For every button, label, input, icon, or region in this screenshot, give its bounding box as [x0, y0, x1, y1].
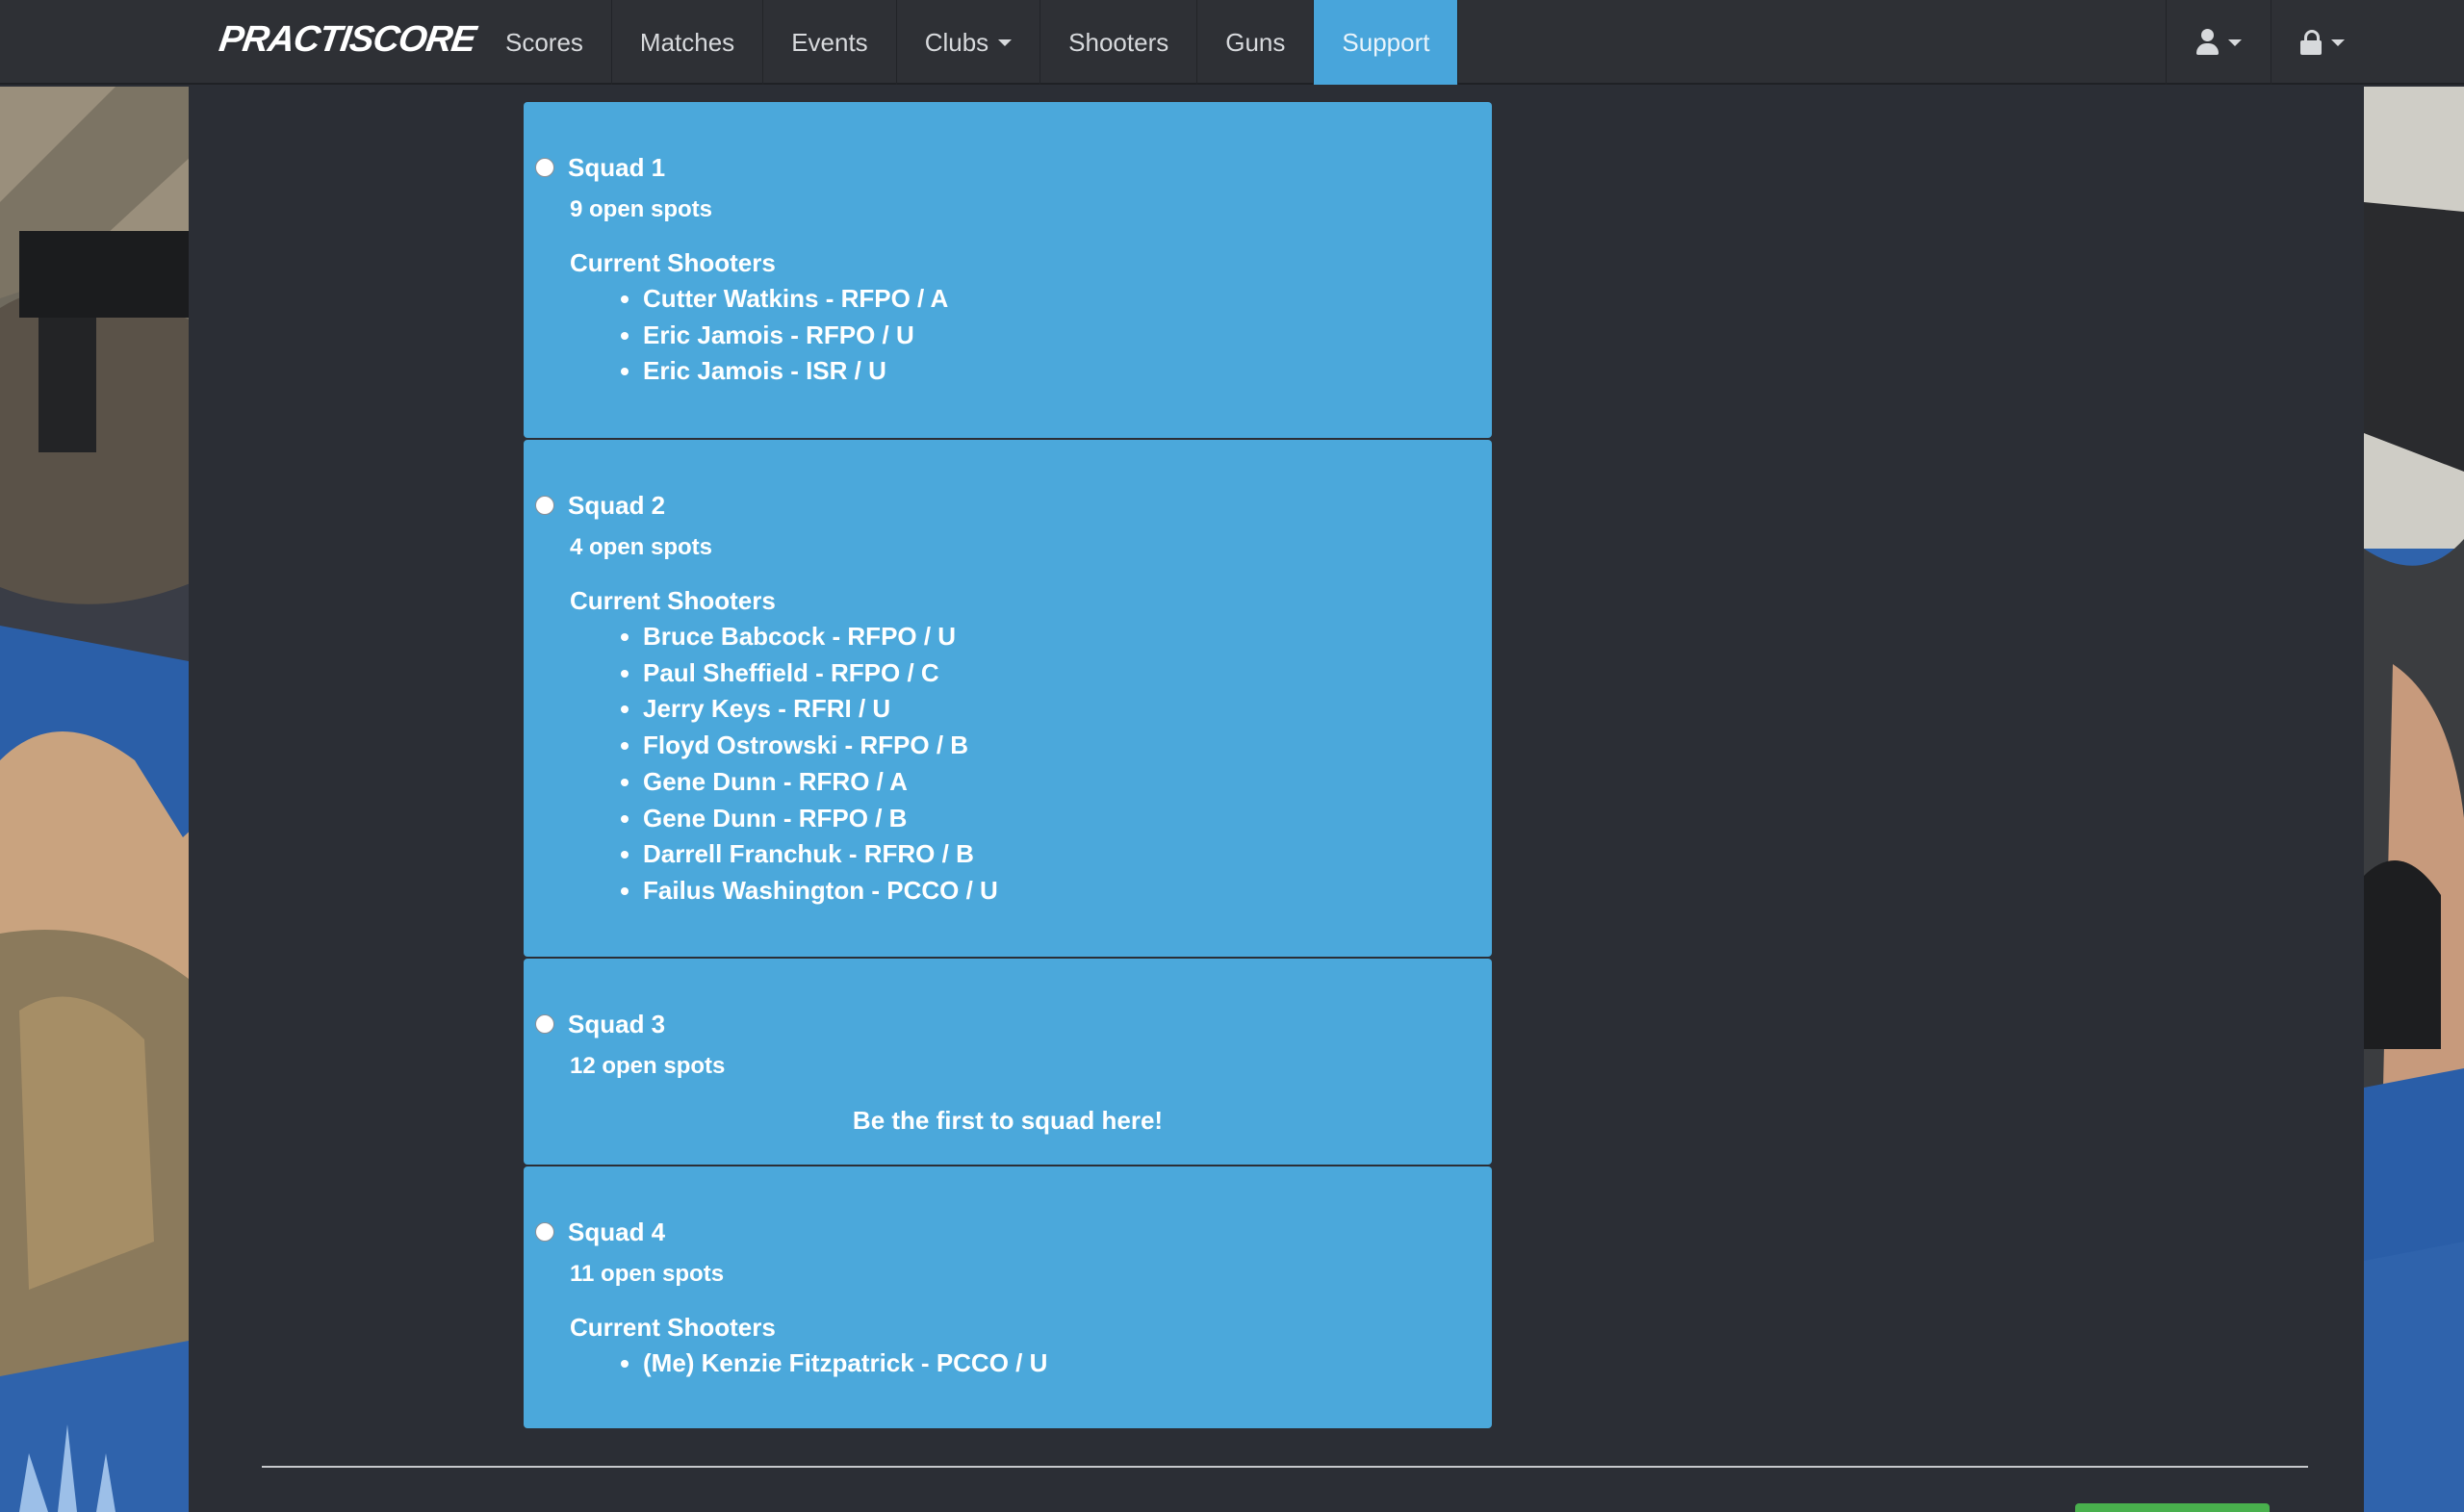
list-item: (Me) Kenzie Fitzpatrick - PCCO / U: [643, 1345, 1047, 1382]
shooters-list: Bruce Babcock - RFPO / U Paul Sheffield …: [570, 619, 998, 910]
squad-3-radio[interactable]: [535, 1014, 554, 1034]
open-spots: 11 open spots: [570, 1261, 725, 1287]
squad-4-radio[interactable]: [535, 1222, 554, 1242]
squad-name: Squad 2: [568, 490, 666, 520]
open-spots: 4 open spots: [570, 534, 713, 560]
current-shooters-title: Current Shooters: [570, 248, 776, 277]
squad-card-3: Squad 3 12 open spots Be the first to sq…: [524, 959, 1492, 1165]
open-spots: 9 open spots: [570, 196, 713, 222]
list-item: Failus Washington - PCCO / U: [643, 873, 998, 910]
nav-shooters-label: Shooters: [1068, 27, 1169, 57]
list-item: Paul Sheffield - RFPO / C: [643, 655, 998, 692]
nav-matches-label: Matches: [639, 27, 735, 57]
shooters-list: Cutter Watkins - RFPO / A Eric Jamois - …: [570, 281, 948, 390]
main-nav: Scores Matches Events Clubs Shooters Gun…: [477, 0, 1459, 85]
empty-squad-message: Be the first to squad here!: [852, 1106, 1164, 1135]
top-navbar: PRACTISCORE Scores Matches Events Clubs …: [0, 0, 2464, 85]
list-item: Gene Dunn - RFRO / A: [643, 764, 998, 801]
nav-events[interactable]: Events: [763, 0, 897, 85]
background-photo-right: [2364, 87, 2464, 1512]
caret-down-icon: [998, 38, 1013, 46]
squad-name: Squad 1: [568, 152, 666, 182]
section-divider: [262, 1466, 2308, 1468]
open-spots: 12 open spots: [570, 1053, 726, 1079]
nav-matches[interactable]: Matches: [612, 0, 764, 85]
squad-header: Squad 1: [535, 153, 665, 182]
caret-down-icon: [2331, 38, 2345, 46]
nav-right: [2166, 0, 2374, 85]
shooters-list: (Me) Kenzie Fitzpatrick - PCCO / U: [570, 1345, 1047, 1382]
squad-card-4: Squad 4 11 open spots Current Shooters (…: [524, 1166, 1492, 1428]
user-menu-dropdown[interactable]: [2166, 0, 2271, 85]
nav-events-label: Events: [791, 27, 868, 57]
nav-shooters[interactable]: Shooters: [1040, 0, 1198, 85]
squad-name: Squad 3: [568, 1009, 666, 1038]
background-photo-left: [0, 87, 204, 1512]
nav-support[interactable]: Support: [1314, 0, 1459, 85]
nav-clubs-dropdown[interactable]: Clubs: [897, 0, 1041, 85]
caret-down-icon: [2228, 38, 2242, 46]
squad-header: Squad 4: [535, 1217, 665, 1246]
nav-support-label: Support: [1342, 27, 1430, 57]
submit-button[interactable]: [2075, 1503, 2270, 1512]
squad-header: Squad 3: [535, 1010, 665, 1038]
list-item: Eric Jamois - ISR / U: [643, 353, 948, 390]
nav-guns[interactable]: Guns: [1197, 0, 1315, 85]
practiscore-logo[interactable]: PRACTISCORE: [216, 15, 480, 64]
nav-clubs-label: Clubs: [924, 27, 989, 57]
list-item: Cutter Watkins - RFPO / A: [643, 281, 948, 318]
list-item: Eric Jamois - RFPO / U: [643, 318, 948, 354]
main-content: Squad 1 9 open spots Current Shooters Cu…: [235, 87, 2337, 1512]
login-menu-dropdown[interactable]: [2271, 0, 2374, 85]
list-item: Floyd Ostrowski - RFPO / B: [643, 728, 998, 764]
nav-scores-label: Scores: [505, 27, 583, 57]
squad-name: Squad 4: [568, 1217, 666, 1246]
squad-2-radio[interactable]: [535, 496, 554, 515]
list-item: Jerry Keys - RFRI / U: [643, 691, 998, 728]
user-icon: [2195, 29, 2219, 56]
lock-icon: [2300, 29, 2322, 56]
squad-card-1: Squad 1 9 open spots Current Shooters Cu…: [524, 102, 1492, 438]
nav-guns-label: Guns: [1225, 27, 1286, 57]
squad-card-2: Squad 2 4 open spots Current Shooters Br…: [524, 440, 1492, 957]
nav-scores[interactable]: Scores: [477, 0, 612, 85]
current-shooters-title: Current Shooters: [570, 586, 776, 615]
list-item: Gene Dunn - RFPO / B: [643, 801, 998, 837]
squad-header: Squad 2: [535, 491, 665, 520]
list-item: Darrell Franchuk - RFRO / B: [643, 836, 998, 873]
squad-1-radio[interactable]: [535, 158, 554, 177]
current-shooters-title: Current Shooters: [570, 1313, 776, 1342]
list-item: Bruce Babcock - RFPO / U: [643, 619, 998, 655]
